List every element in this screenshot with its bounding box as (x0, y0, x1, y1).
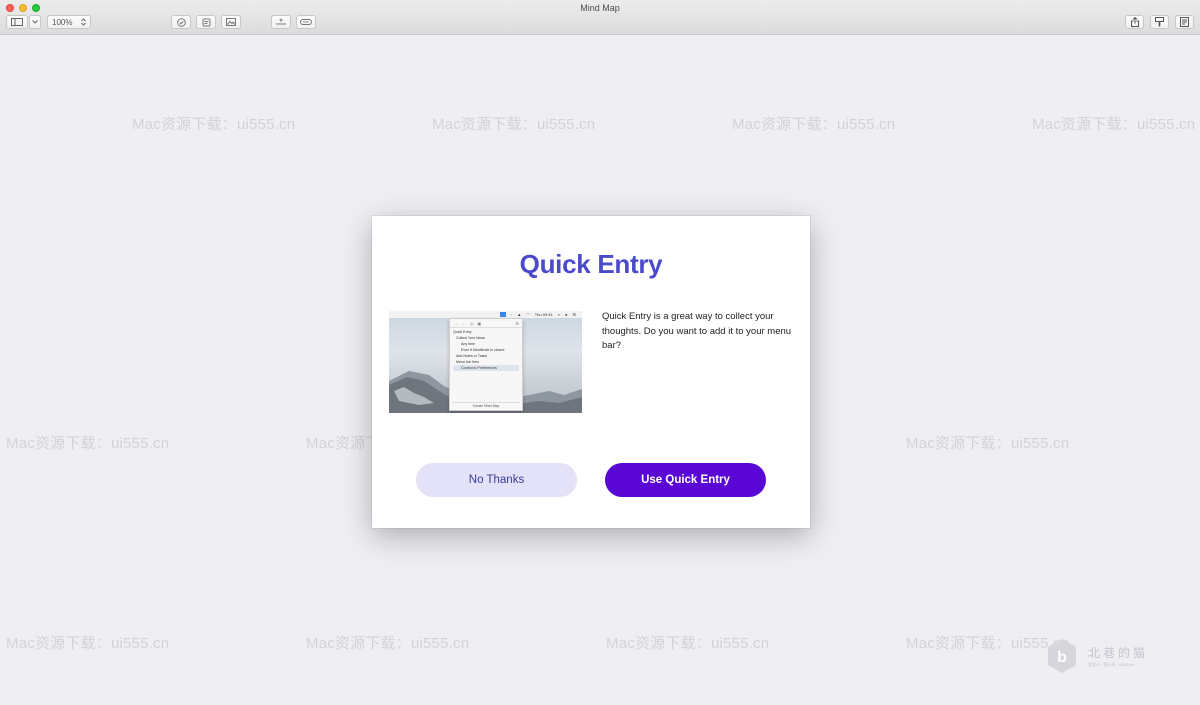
window-title: Mind Map (580, 3, 620, 13)
watermark-logo-text: 北巷的猫 (1088, 646, 1149, 660)
watermark-text: Mac资源下载：ui555.cn (6, 435, 170, 452)
dialog-description: Quick Entry is a great way to collect yo… (602, 311, 792, 351)
watermark-logo-icon: b (1048, 639, 1076, 673)
sidebar-toggle-button[interactable] (6, 15, 28, 29)
watermark-text: Mac资源下载：ui555.cn (306, 635, 470, 652)
preview-clock: Thu 09:41 (534, 312, 553, 317)
note-icon (202, 18, 210, 26)
preview-footer: Create Mind Map (452, 402, 520, 408)
image-button[interactable] (221, 15, 241, 29)
watermark-text: Mac资源下载：ui555.cn (432, 116, 596, 133)
share-icon (1130, 17, 1139, 27)
chevron-down-icon (32, 20, 38, 24)
watermark-text: Mac资源下载：ui555.cn (906, 435, 1070, 452)
cross-connection-button[interactable] (296, 15, 316, 29)
dialog-title: Quick Entry (519, 249, 663, 279)
watermark-text: Mac资源下载：ui555.cn (6, 635, 170, 652)
inspector-button[interactable] (1175, 15, 1194, 29)
image-icon (226, 18, 236, 26)
preview-quick-entry-popover: → ← ◎ ▣ ⚙ Quick Entry Collect Your Ideas Any… (449, 318, 523, 411)
inspector-icon (1180, 17, 1189, 27)
add-node-button[interactable] (271, 15, 291, 29)
note-button[interactable] (196, 15, 216, 29)
watermark-text: Mac资源下载：ui555.cn (906, 635, 1070, 652)
task-button[interactable] (171, 15, 191, 29)
brush-icon (1155, 17, 1164, 27)
share-button[interactable] (1125, 15, 1144, 29)
preview-item: Control in Preferences (453, 365, 519, 371)
quick-entry-dialog: Quick Entry ◦ ▲ ◠ Thu 09:41 ⌕ ● ☰ → ← ◎ ▣ ⚙ Quic… (372, 216, 810, 528)
use-quick-entry-button[interactable]: Use Quick Entry (605, 463, 766, 497)
svg-text:b: b (1057, 649, 1067, 666)
view-options-button[interactable] (29, 15, 41, 29)
title-bar: Mind Map 100% (0, 0, 1200, 35)
watermark-logo-subtext: 爱设计 · 爱分享 · ui555.cn (1088, 662, 1135, 667)
watermark-text: Mac资源下载：ui555.cn (132, 116, 296, 133)
checkmark-circle-icon (176, 17, 186, 27)
zoom-value: 100% (52, 17, 73, 27)
theme-button[interactable] (1150, 15, 1169, 29)
watermark-text: Mac资源下载：ui555.cn (732, 116, 896, 133)
stepper-icon (81, 18, 86, 26)
preview-menu-bar: ◦ ▲ ◠ Thu 09:41 ⌕ ● ☰ (389, 311, 582, 318)
quick-entry-preview-image: ◦ ▲ ◠ Thu 09:41 ⌕ ● ☰ → ← ◎ ▣ ⚙ Quick Entry Coll… (389, 311, 582, 413)
connection-icon (300, 19, 312, 25)
sidebar-icon (11, 18, 23, 26)
zoom-select[interactable]: 100% (47, 15, 91, 29)
no-thanks-button[interactable]: No Thanks (416, 463, 577, 497)
add-child-icon (276, 18, 286, 25)
watermark-text: Mac资源下载：ui555.cn (1032, 116, 1196, 133)
watermark-text: Mac资源下载：ui555.cn (606, 635, 770, 652)
